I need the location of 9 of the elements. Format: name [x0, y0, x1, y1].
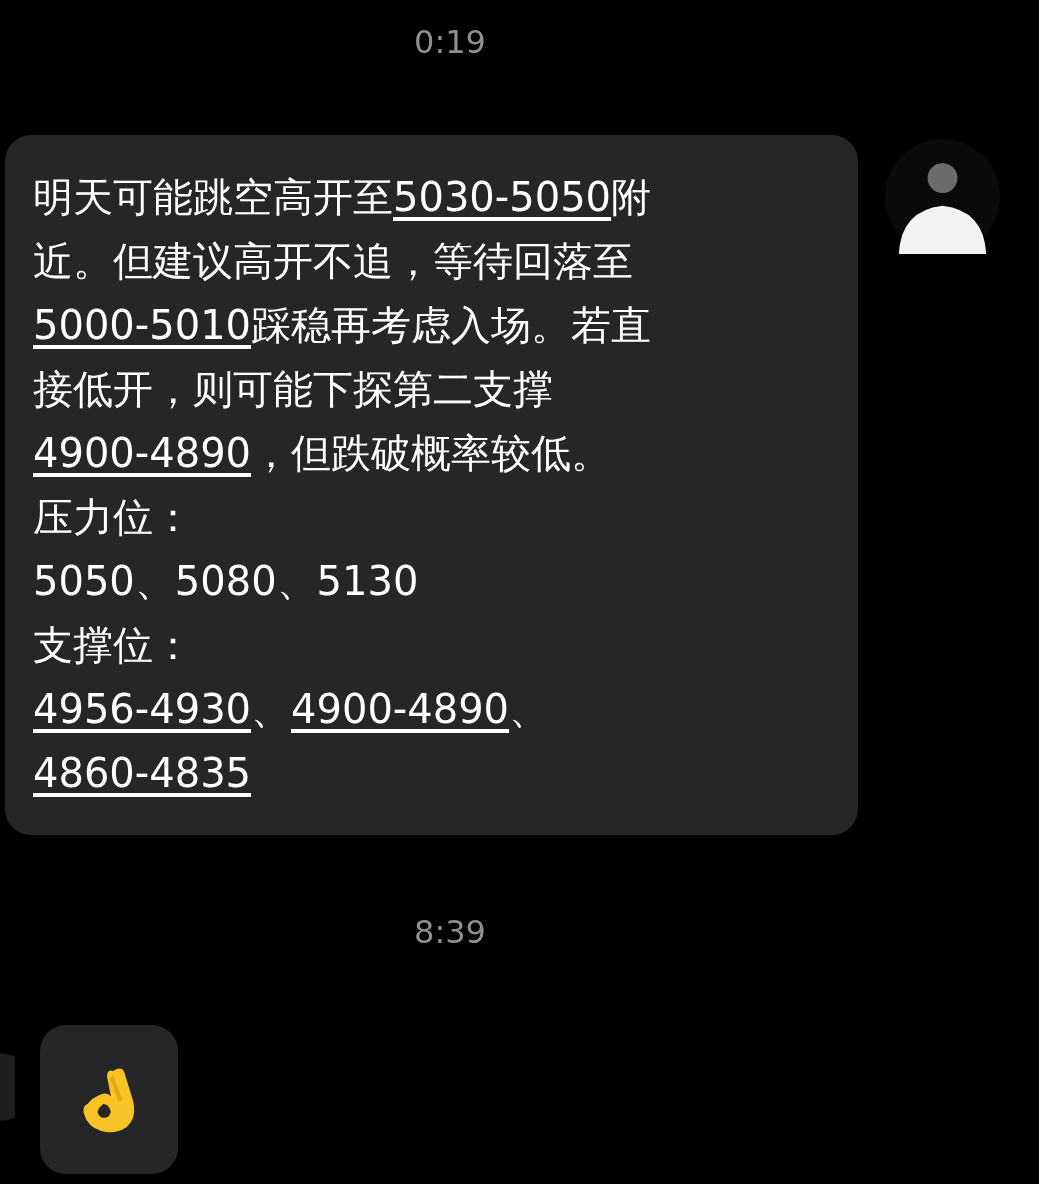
- price-link[interactable]: 5000-5010: [33, 302, 252, 348]
- price-link[interactable]: 5030-5050: [393, 174, 612, 220]
- timestamp: 8:39: [414, 912, 486, 952]
- price-link[interactable]: 4900-4890: [33, 430, 252, 476]
- price-link[interactable]: 4860-4835: [33, 750, 252, 796]
- price-link[interactable]: 4956-4930: [33, 686, 252, 732]
- price-link[interactable]: 4900-4890: [291, 686, 510, 732]
- timestamp: 0:19: [414, 22, 486, 62]
- message-text: 明天可能跳空高开至5030-5050附 近。但建议高开不追，等待回落至 5000-5010踩稳再考虑入场。若直 接低开，则可能下探第二支撑 4900-4890，但跌破概率较低。 压力位： 5050、5080、5130 支撑位： 4956-4930、4900-4890、 4860-4835: [33, 173, 653, 798]
